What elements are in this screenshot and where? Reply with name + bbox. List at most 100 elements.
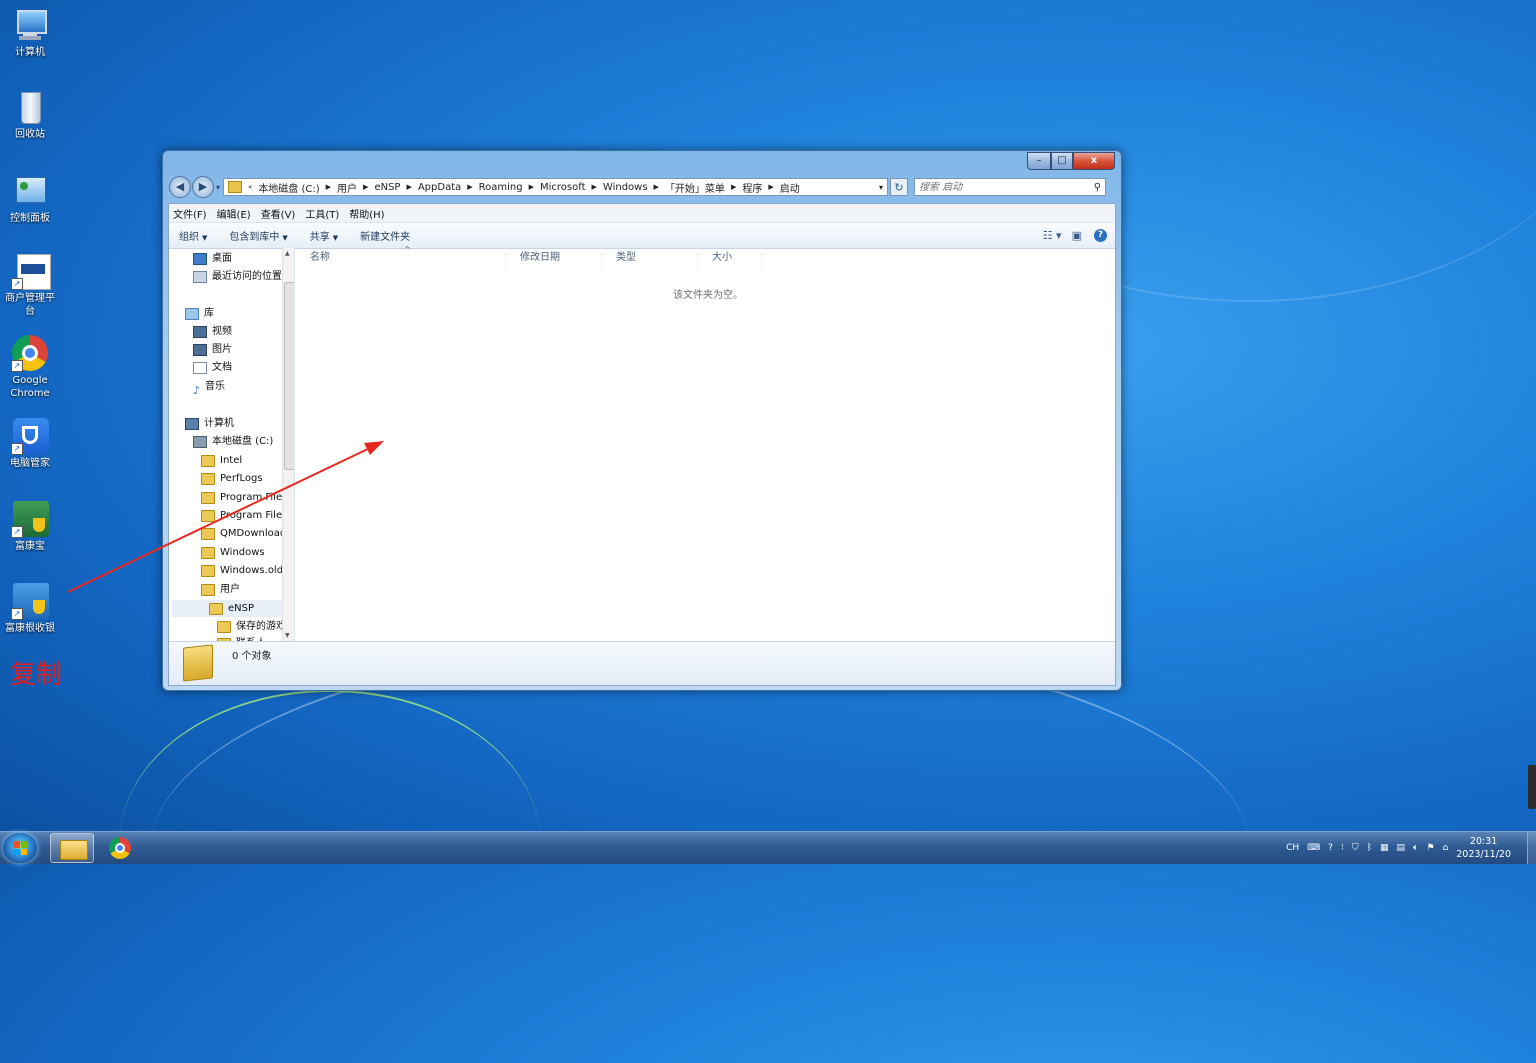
action-center-icon[interactable]: ⌂ xyxy=(1443,843,1449,853)
tree-item-folder[interactable]: 保存的游戏 xyxy=(217,618,286,635)
explorer-window[interactable]: – □ x ◀ ▶ ▾ « 本地磁盘 (C:) ▶ 用户 ▶ eNSP ▶ AppDa… xyxy=(162,150,1122,691)
address-overflow-chevron[interactable]: « xyxy=(248,183,252,191)
menu-help[interactable]: 帮助(H) xyxy=(349,206,384,221)
desktop-icon-cashier[interactable]: ↗ 富康根收银 xyxy=(4,582,56,635)
desktop-icon-chrome[interactable]: ↗ Google Chrome xyxy=(4,334,56,400)
tree-item-music[interactable]: ♪ 音乐 xyxy=(193,378,225,397)
breadcrumb-segment[interactable]: 「开始」菜单 xyxy=(665,180,725,195)
tree-item-folder[interactable]: 用户 xyxy=(201,581,240,598)
overlay-copy-text: 复制 xyxy=(10,660,63,690)
preview-pane-icon[interactable]: ▣ xyxy=(1072,229,1082,242)
breadcrumb-arrow-icon[interactable]: ▶ xyxy=(406,183,411,191)
breadcrumb-segment[interactable]: 用户 xyxy=(337,180,357,195)
minimize-button[interactable]: – xyxy=(1027,152,1051,170)
share-button[interactable]: 共享 ▼ xyxy=(310,228,338,243)
flag-icon[interactable]: ⚑ xyxy=(1426,843,1434,853)
desktop-icon-pc-manager[interactable]: ↗ 电脑管家 xyxy=(4,417,56,470)
address-dropdown-icon[interactable]: ▾ xyxy=(879,183,883,192)
help-icon[interactable]: ? xyxy=(1094,229,1107,242)
shield-icon[interactable]: ⛉ xyxy=(1352,843,1359,853)
breadcrumb-segment[interactable]: 本地磁盘 (C:) xyxy=(258,180,319,195)
breadcrumb-segment[interactable]: 程序 xyxy=(742,180,762,195)
back-button[interactable]: ◀ xyxy=(169,176,191,198)
tree-item-user-folder[interactable]: eNSP xyxy=(209,600,254,617)
tree-item-local-disk[interactable]: 本地磁盘 (C:) xyxy=(193,433,273,450)
column-size[interactable]: 大小 xyxy=(698,248,762,268)
breadcrumb-segment[interactable]: 启动 xyxy=(780,180,800,195)
refresh-button[interactable]: ↻ xyxy=(890,178,909,196)
address-bar[interactable]: « 本地磁盘 (C:) ▶ 用户 ▶ eNSP ▶ AppData ▶ Roaming ▶… xyxy=(223,178,889,196)
keyboard-icon[interactable]: ⌨ xyxy=(1307,843,1320,853)
tree-item-label: 计算机 xyxy=(204,418,234,429)
menu-edit[interactable]: 编辑(E) xyxy=(217,206,251,221)
column-name[interactable]: 名称 ^ xyxy=(296,245,506,268)
settings-icon[interactable]: ⁝ xyxy=(1341,843,1344,853)
breadcrumb-segment[interactable]: Microsoft xyxy=(540,182,586,193)
breadcrumb-arrow-icon[interactable]: ▶ xyxy=(731,183,736,191)
scroll-down-icon[interactable]: ▼ xyxy=(285,632,290,639)
tree-item-pictures[interactable]: 图片 xyxy=(193,341,232,358)
view-options-icon[interactable]: ☷ ▾ xyxy=(1043,229,1062,242)
search-icon[interactable]: ⚲ xyxy=(1094,182,1101,193)
desktop-icon-merchant[interactable]: ↗ 商户管理平台 xyxy=(4,252,56,318)
forward-button[interactable]: ▶ xyxy=(192,176,214,198)
tree-item-folder[interactable]: Program Files xyxy=(201,507,287,524)
menu-file[interactable]: 文件(F) xyxy=(173,206,207,221)
clock[interactable]: 20:31 2023/11/20 xyxy=(1456,835,1511,861)
tree-item-desktop[interactable]: 桌面 xyxy=(193,250,232,267)
display-icon[interactable]: ▤ xyxy=(1397,843,1406,853)
column-type[interactable]: 类型 xyxy=(602,248,698,268)
organize-button[interactable]: 组织 ▼ xyxy=(179,228,207,243)
volume-icon[interactable]: 🔈︎ xyxy=(1413,843,1418,853)
desktop-icon-control-panel[interactable]: 控制面板 xyxy=(4,172,56,225)
breadcrumb-arrow-icon[interactable]: ▶ xyxy=(467,183,472,191)
breadcrumb-segment[interactable]: AppData xyxy=(418,182,461,193)
tree-item-folder[interactable]: Windows.old xyxy=(201,562,283,579)
breadcrumb-segment[interactable]: Windows xyxy=(603,182,648,193)
network-icon[interactable]: ▦ xyxy=(1380,843,1389,853)
tree-item-computer[interactable]: 计算机 xyxy=(185,415,234,432)
breadcrumb-arrow-icon[interactable]: ▶ xyxy=(592,183,597,191)
search-input[interactable] xyxy=(919,181,1080,193)
scroll-up-icon[interactable]: ▲ xyxy=(285,250,290,257)
recent-pages-dropdown[interactable]: ▾ xyxy=(216,183,220,192)
tree-item-libraries[interactable]: 库 xyxy=(185,305,214,322)
breadcrumb-segment[interactable]: Roaming xyxy=(479,182,523,193)
taskbar-chrome-button[interactable] xyxy=(99,833,143,863)
nav-pane-scrollbar[interactable]: ▲ ▼ xyxy=(282,248,294,644)
tree-item-folder[interactable]: PerfLogs xyxy=(201,470,263,487)
tree-item-videos[interactable]: 视频 xyxy=(193,323,232,340)
tree-item-recent[interactable]: 最近访问的位置 xyxy=(193,268,282,285)
include-in-library-button[interactable]: 包含到库中 ▼ xyxy=(229,228,287,243)
new-folder-button[interactable]: 新建文件夹 xyxy=(360,228,410,243)
tree-item-folder[interactable]: QMDownload xyxy=(201,525,286,542)
breadcrumb-arrow-icon[interactable]: ▶ xyxy=(654,183,659,191)
column-label: 类型 xyxy=(616,252,636,263)
breadcrumb-arrow-icon[interactable]: ▶ xyxy=(529,183,534,191)
breadcrumb-segment[interactable]: eNSP xyxy=(374,182,400,193)
column-date-modified[interactable]: 修改日期 xyxy=(506,248,602,268)
menu-view[interactable]: 查看(V) xyxy=(261,206,296,221)
tree-item-folder[interactable]: Intel xyxy=(201,452,242,469)
breadcrumb-arrow-icon[interactable]: ▶ xyxy=(326,183,331,191)
show-desktop-button[interactable] xyxy=(1527,832,1536,864)
desktop-icon-recycle-bin[interactable]: 回收站 xyxy=(4,88,56,141)
taskbar-explorer-button[interactable] xyxy=(50,833,94,863)
side-widget[interactable] xyxy=(1528,765,1536,809)
maximize-button[interactable]: □ xyxy=(1051,152,1073,170)
tree-item-folder[interactable]: Windows xyxy=(201,544,265,561)
tree-item-documents[interactable]: 文档 xyxy=(193,359,232,376)
help-icon[interactable]: ? xyxy=(1328,843,1333,853)
start-button[interactable] xyxy=(3,833,37,863)
breadcrumb-arrow-icon[interactable]: ▶ xyxy=(363,183,368,191)
scrollbar-thumb[interactable] xyxy=(284,282,294,470)
search-box[interactable]: ⚲ xyxy=(914,178,1107,196)
breadcrumb-arrow-icon[interactable]: ▶ xyxy=(768,183,773,191)
close-button[interactable]: x xyxy=(1073,152,1115,170)
menu-tools[interactable]: 工具(T) xyxy=(305,206,339,221)
tree-item-folder[interactable]: Program Files xyxy=(201,489,287,506)
desktop-icon-fukangbao[interactable]: ↗ 富康宝 xyxy=(4,500,56,553)
bluetooth-icon[interactable]: ᛒ xyxy=(1367,843,1372,853)
language-indicator[interactable]: CH xyxy=(1286,843,1299,853)
desktop-icon-computer[interactable]: 计算机 xyxy=(4,6,56,59)
